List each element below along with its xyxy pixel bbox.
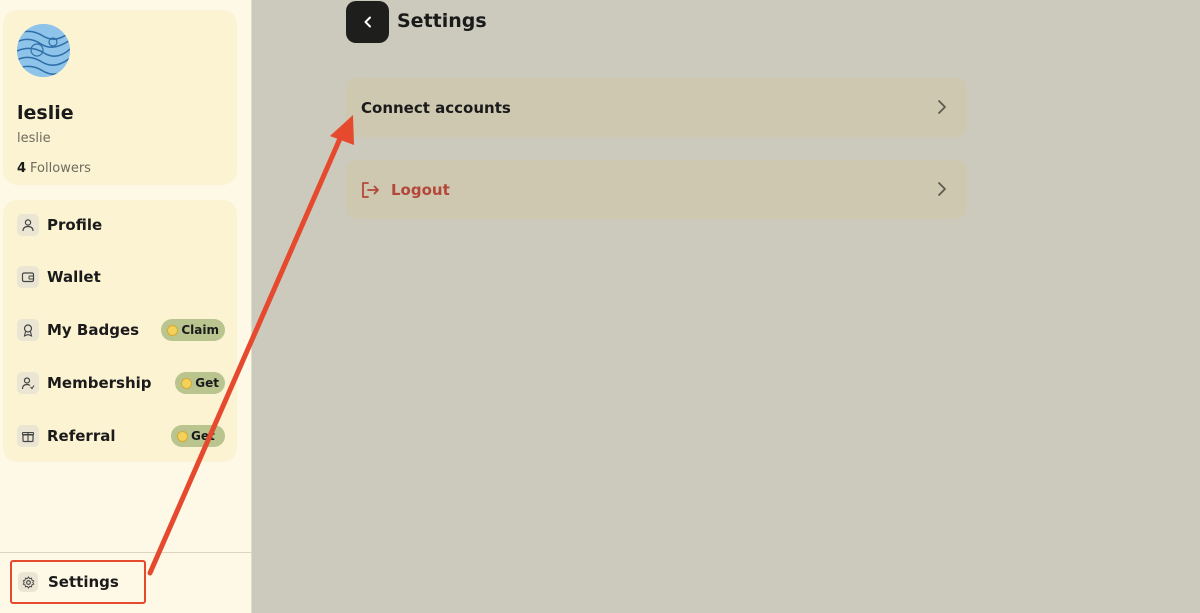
sidebar-item-label: Referral <box>47 427 116 445</box>
logout-label: Logout <box>391 180 450 199</box>
avatar[interactable] <box>17 24 70 77</box>
sidebar-divider <box>0 552 252 553</box>
sidebar-item-label: Profile <box>47 216 103 234</box>
sidebar-item-label: My Badges <box>47 321 140 339</box>
nav-card: Profile Wallet My Badges Claim Membershi… <box>3 200 237 462</box>
person-icon <box>17 214 39 236</box>
sidebar: leslie leslie 4 Followers Profile Wallet … <box>0 0 252 613</box>
followers-number: 4 <box>17 161 27 176</box>
pill-label: Get <box>191 429 215 443</box>
chevron-left-icon <box>364 16 371 28</box>
profile-handle: leslie <box>17 131 51 146</box>
membership-icon <box>17 372 39 394</box>
sidebar-item-membership[interactable]: Membership Get <box>17 368 227 398</box>
badge-icon <box>17 319 39 341</box>
coin-icon <box>167 324 179 336</box>
gear-icon <box>18 572 38 592</box>
avatar-pattern-icon <box>17 24 70 77</box>
followers-label: Followers <box>30 161 91 176</box>
wallet-icon <box>17 266 39 288</box>
logout-icon <box>362 181 379 198</box>
logout-row[interactable]: Logout <box>346 160 967 219</box>
chevron-right-icon <box>938 100 946 114</box>
followers-count[interactable]: 4 Followers <box>17 161 91 176</box>
back-button[interactable] <box>346 1 389 43</box>
pill-label: Get <box>195 376 219 390</box>
sidebar-item-referral[interactable]: Referral Get <box>17 421 227 451</box>
sidebar-item-label: Membership <box>47 374 152 392</box>
sidebar-item-label: Settings <box>48 573 119 591</box>
sidebar-item-settings[interactable]: Settings <box>10 560 146 604</box>
get-membership-button[interactable]: Get <box>175 372 225 394</box>
coin-icon <box>177 430 188 442</box>
page-title: Settings <box>397 10 487 32</box>
profile-card: leslie leslie 4 Followers <box>3 10 237 185</box>
pill-label: Claim <box>181 323 219 337</box>
profile-name: leslie <box>17 102 74 124</box>
get-referral-button[interactable]: Get <box>171 425 225 447</box>
coin-icon <box>181 377 193 389</box>
sidebar-item-label: Wallet <box>47 268 101 286</box>
connect-accounts-label: Connect accounts <box>361 98 511 117</box>
sidebar-item-profile[interactable]: Profile <box>17 210 227 240</box>
claim-badge-button[interactable]: Claim <box>161 319 225 341</box>
sidebar-item-wallet[interactable]: Wallet <box>17 262 227 292</box>
chevron-right-icon <box>938 182 946 196</box>
gift-icon <box>17 425 39 447</box>
sidebar-item-my-badges[interactable]: My Badges Claim <box>17 315 227 345</box>
connect-accounts-row[interactable]: Connect accounts <box>346 78 967 137</box>
